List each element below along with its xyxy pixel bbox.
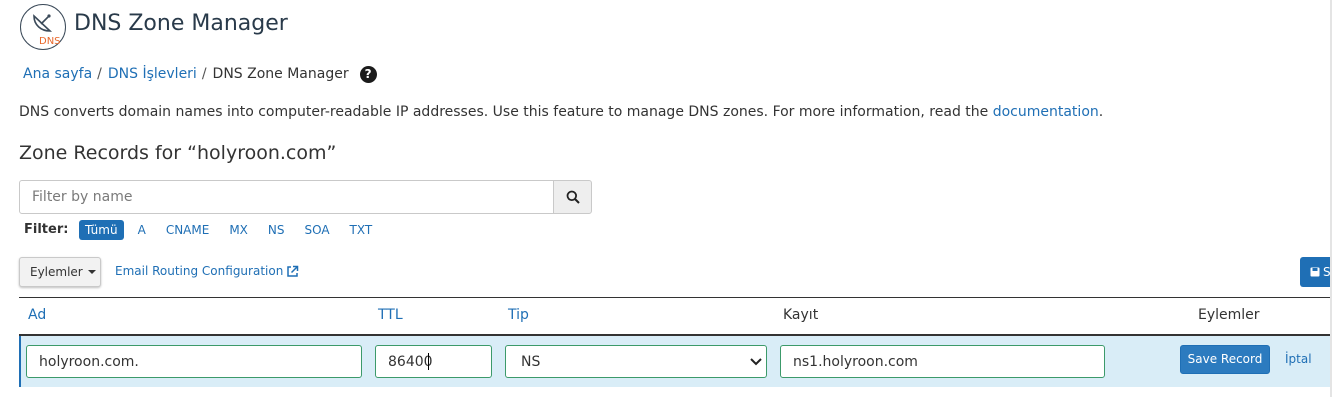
search-icon: [566, 190, 580, 204]
record-ttl-input[interactable]: [375, 345, 492, 378]
column-header-type[interactable]: Tip: [508, 307, 529, 323]
column-header-record: Kayıt: [783, 307, 819, 323]
logo-text: DNS: [39, 36, 61, 47]
record-value-input[interactable]: [780, 345, 1105, 378]
filter-label: Filter:: [24, 222, 69, 237]
filter-pill-all[interactable]: Tümü: [79, 220, 124, 240]
breadcrumb-separator: /: [201, 66, 207, 82]
floppy-disk-icon: [1310, 267, 1320, 277]
filter-pill-a[interactable]: A: [132, 220, 152, 240]
description-text: DNS converts domain names into computer-…: [19, 104, 993, 120]
actions-dropdown-button[interactable]: Eylemler: [19, 257, 101, 287]
breadcrumb-current: DNS Zone Manager: [212, 66, 349, 82]
page-title: DNS Zone Manager: [74, 11, 288, 36]
filter-by-name-input[interactable]: [19, 180, 554, 214]
email-routing-link[interactable]: Email Routing Configuration: [115, 264, 299, 278]
breadcrumb-dns-functions-link[interactable]: DNS İşlevleri: [108, 66, 197, 82]
save-record-button[interactable]: Save Record: [1180, 345, 1270, 374]
cancel-link[interactable]: İptal: [1285, 352, 1312, 366]
filter-pill-cname[interactable]: CNAME: [160, 220, 216, 240]
documentation-link[interactable]: documentation: [993, 104, 1099, 120]
page-description: DNS converts domain names into computer-…: [19, 104, 1103, 120]
column-header-actions: Eylemler: [1198, 307, 1260, 323]
filter-pill-ns[interactable]: NS: [262, 220, 291, 240]
record-name-input[interactable]: [26, 345, 362, 378]
filter-pill-soa[interactable]: SOA: [298, 220, 335, 240]
record-type-select[interactable]: NS: [505, 345, 767, 378]
zone-records-title: Zone Records for “holyroon.com”: [19, 142, 337, 164]
text-cursor: [428, 353, 429, 370]
description-suffix: .: [1098, 104, 1104, 120]
help-icon[interactable]: ?: [359, 65, 377, 83]
filter-pill-txt[interactable]: TXT: [344, 220, 379, 240]
search-button[interactable]: [553, 180, 592, 214]
external-link-icon: [287, 265, 299, 277]
dns-logo: DNS: [20, 4, 66, 50]
breadcrumb-home-link[interactable]: Ana sayfa: [23, 66, 92, 82]
column-header-name[interactable]: Ad: [28, 307, 46, 323]
satellite-icon: [33, 14, 53, 32]
actions-dropdown-label: Eylemler: [30, 265, 83, 279]
email-routing-label: Email Routing Configuration: [115, 264, 284, 278]
save-all-button[interactable]: S: [1300, 257, 1332, 287]
caret-down-icon: [87, 270, 96, 274]
breadcrumb-separator: /: [97, 66, 102, 82]
column-header-ttl[interactable]: TTL: [378, 307, 403, 323]
filter-pills: Tümü A CNAME MX NS SOA TXT: [79, 220, 386, 240]
table-top-divider: [19, 297, 1332, 298]
breadcrumb: Ana sayfa / DNS İşlevleri / DNS Zone Man…: [23, 64, 377, 84]
filter-pill-mx[interactable]: MX: [223, 220, 254, 240]
record-type-value: NS: [521, 353, 541, 370]
chevron-down-icon: [750, 358, 762, 366]
